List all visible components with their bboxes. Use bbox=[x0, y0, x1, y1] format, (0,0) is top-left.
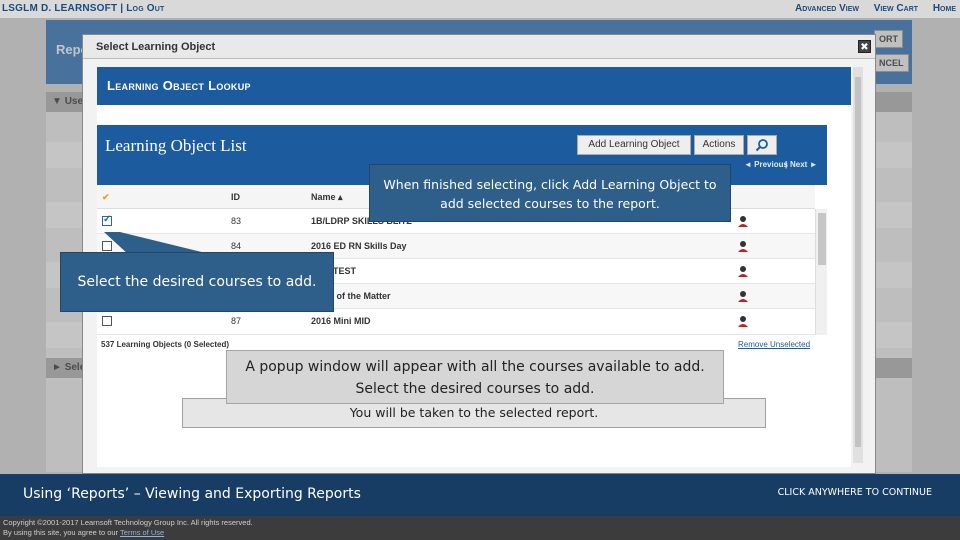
actions-button[interactable]: Actions bbox=[694, 135, 744, 155]
dialog-scrollbar[interactable] bbox=[853, 67, 863, 463]
table-row[interactable]: 87 2016 Mini MID bbox=[97, 309, 815, 335]
dialog-title: Select Learning Object bbox=[96, 41, 216, 53]
user-icon[interactable] bbox=[737, 240, 749, 252]
table-scrollbar[interactable] bbox=[815, 209, 827, 335]
selection-count: 537 Learning Objects (0 Selected) bbox=[101, 340, 230, 349]
search-button[interactable] bbox=[747, 135, 777, 155]
top-nav: Advanced View View Cart Home bbox=[783, 3, 956, 14]
brand: LSGLM D. LEARNSOFT | Log Out bbox=[2, 3, 165, 14]
row-name: 2016 Mini MID bbox=[311, 316, 371, 326]
dialog-titlebar: Select Learning Object ✖ bbox=[83, 35, 875, 59]
list-title: Learning Object List bbox=[105, 136, 247, 155]
callout-finished-text: When finished selecting, click Add Learn… bbox=[383, 177, 717, 211]
lookup-title: Learning Object Lookup bbox=[107, 78, 251, 93]
table-footer: 537 Learning Objects (0 Selected) Remove… bbox=[97, 337, 815, 351]
magnifier-icon bbox=[755, 139, 768, 152]
callout-select-text: Select the desired courses to add. bbox=[77, 274, 317, 290]
user-icon[interactable] bbox=[737, 215, 749, 227]
terms-line: By using this site, you agree to our Ter… bbox=[3, 528, 164, 537]
callout-popup-window: A popup window will appear with all the … bbox=[226, 350, 724, 404]
select-all-check-icon[interactable]: ✔ bbox=[102, 192, 110, 203]
close-icon[interactable]: ✖ bbox=[858, 40, 871, 53]
user-icon[interactable] bbox=[737, 315, 749, 327]
user-icon[interactable] bbox=[737, 290, 749, 302]
presentation-title: Using ‘Reports’ – Viewing and Exporting … bbox=[23, 486, 361, 502]
add-learning-object-button[interactable]: Add Learning Object bbox=[577, 135, 691, 155]
row-name: 2016 ED RN Skills Day bbox=[311, 241, 407, 251]
pager-separator: | bbox=[785, 160, 788, 169]
lookup-header: Learning Object Lookup bbox=[97, 67, 851, 105]
brand-separator: | bbox=[120, 3, 124, 14]
scrollbar-thumb[interactable] bbox=[818, 213, 826, 265]
column-name[interactable]: Name ▴ bbox=[311, 192, 343, 203]
callout-finished-selecting: When finished selecting, click Add Learn… bbox=[369, 164, 731, 222]
nav-home[interactable]: Home bbox=[933, 3, 956, 14]
nav-view-cart[interactable]: View Cart bbox=[874, 3, 918, 14]
row-id: 87 bbox=[231, 316, 242, 326]
continue-link[interactable]: CLICK ANYWHERE TO CONTINUE bbox=[778, 487, 932, 498]
presentation-bar[interactable]: Using ‘Reports’ – Viewing and Exporting … bbox=[0, 474, 960, 516]
brand-name: LSGLM D. LEARNSOFT bbox=[2, 3, 118, 14]
row-checkbox[interactable] bbox=[102, 316, 112, 326]
top-bar: LSGLM D. LEARNSOFT | Log Out Advanced Vi… bbox=[0, 0, 960, 18]
previous-link[interactable]: ◄ Previous bbox=[744, 160, 788, 169]
column-id[interactable]: ID bbox=[231, 192, 240, 202]
row-id: 83 bbox=[231, 216, 242, 226]
callout-select-courses: Select the desired courses to add. bbox=[60, 252, 334, 312]
copyright-footer: Copyright ©2001-2017 Learnsoft Technolog… bbox=[0, 516, 960, 540]
user-icon[interactable] bbox=[737, 265, 749, 277]
terms-prefix: By using this site, you agree to our bbox=[3, 528, 119, 537]
callout-popup-line1: A popup window will appear with all the … bbox=[245, 359, 705, 375]
callout-popup-line2: Select the desired courses to add. bbox=[355, 381, 595, 397]
remove-unselected-link[interactable]: Remove Unselected bbox=[738, 340, 810, 349]
next-link[interactable]: Next ► bbox=[790, 160, 817, 169]
nav-advanced-view[interactable]: Advanced View bbox=[795, 3, 859, 14]
terms-of-use-link[interactable]: Terms of Use bbox=[120, 528, 164, 537]
row-checkbox[interactable] bbox=[102, 214, 112, 226]
scrollbar-thumb[interactable] bbox=[855, 77, 861, 447]
logout-link[interactable]: Log Out bbox=[126, 3, 164, 14]
copyright-text: Copyright ©2001-2017 Learnsoft Technolog… bbox=[3, 518, 253, 527]
row-id: 84 bbox=[231, 241, 242, 251]
